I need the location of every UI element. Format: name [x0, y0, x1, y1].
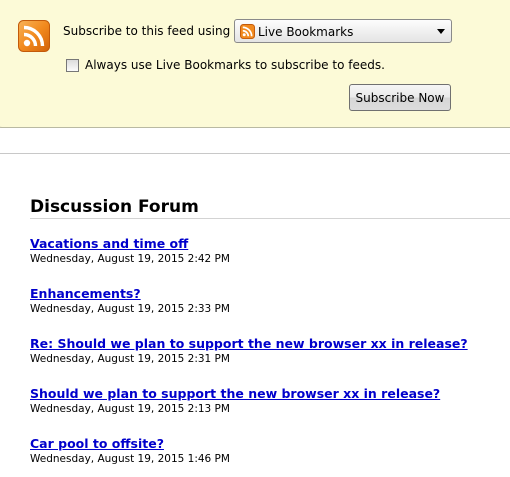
rss-feed-icon [18, 20, 50, 52]
feed-entry: Vacations and time off Wednesday, August… [30, 236, 500, 266]
feed-entry-date: Wednesday, August 19, 2015 2:31 PM [30, 353, 230, 365]
feed-entry-link[interactable]: Enhancements? [30, 286, 500, 301]
feed-title: Discussion Forum [30, 197, 199, 217]
feed-entry-link[interactable]: Should we plan to support the new browse… [30, 386, 500, 401]
feed-entry-date: Wednesday, August 19, 2015 2:33 PM [30, 303, 230, 315]
feed-entry-date: Wednesday, August 19, 2015 2:13 PM [30, 403, 230, 415]
feed-entry-link[interactable]: Vacations and time off [30, 236, 500, 251]
always-use-checkbox[interactable] [66, 59, 79, 72]
feed-entry-date: Wednesday, August 19, 2015 2:42 PM [30, 253, 230, 265]
feed-entry: Car pool to offsite? Wednesday, August 1… [30, 436, 500, 466]
subscribe-now-button[interactable]: Subscribe Now [349, 84, 451, 111]
feed-entry-date: Wednesday, August 19, 2015 1:46 PM [30, 453, 230, 465]
live-bookmarks-icon [240, 24, 255, 39]
header-divider [0, 153, 510, 154]
feed-entry: Enhancements? Wednesday, August 19, 2015… [30, 286, 500, 316]
dropdown-arrow-icon [437, 29, 445, 34]
feed-entry-link[interactable]: Re: Should we plan to support the new br… [30, 336, 500, 351]
feed-entry-link[interactable]: Car pool to offsite? [30, 436, 500, 451]
always-use-label: Always use Live Bookmarks to subscribe t… [85, 58, 385, 72]
feed-entry: Should we plan to support the new browse… [30, 386, 500, 416]
feed-reader-select-value: Live Bookmarks [258, 25, 354, 39]
feed-title-divider [30, 218, 510, 219]
feed-preview-page: Subscribe to this feed using Live Bookma… [0, 0, 510, 477]
feed-entry: Re: Should we plan to support the new br… [30, 336, 500, 366]
subscribe-label: Subscribe to this feed using [63, 24, 231, 38]
feed-reader-select[interactable]: Live Bookmarks [234, 19, 452, 43]
